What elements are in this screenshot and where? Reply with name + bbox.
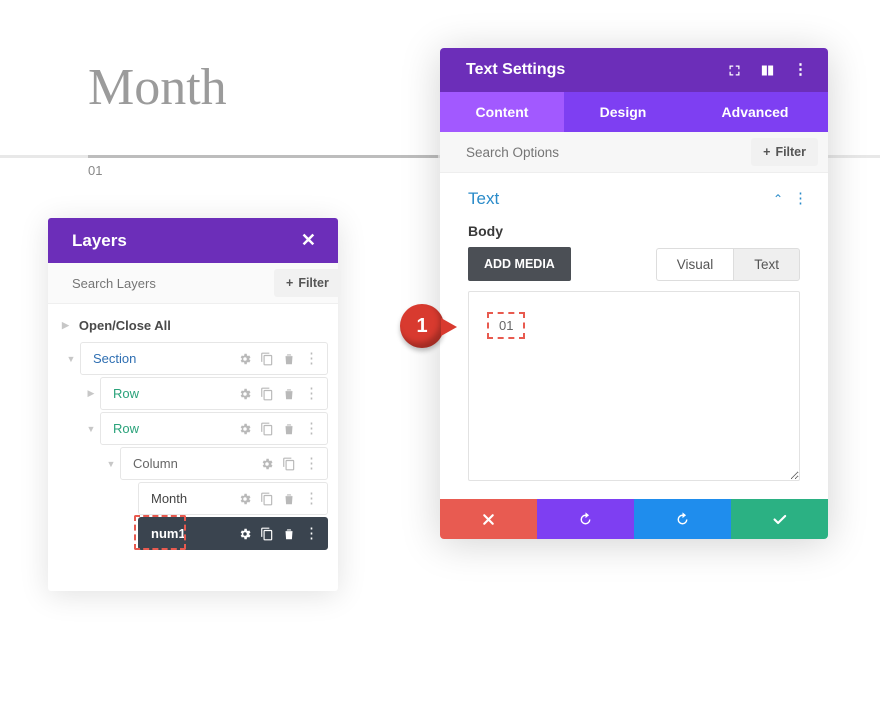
gear-icon[interactable] xyxy=(238,422,252,436)
layer-label: Month xyxy=(151,491,187,506)
layer-row-row2[interactable]: ▼ Row ⋮ xyxy=(48,411,338,446)
layers-search-input[interactable] xyxy=(48,264,264,303)
settings-header: Text Settings ⋮ xyxy=(440,48,828,92)
triangle-right-icon[interactable]: ▶ xyxy=(82,388,100,399)
layer-label: Row xyxy=(113,386,139,401)
layer-label: Column xyxy=(133,456,178,471)
columns-icon[interactable] xyxy=(760,63,775,78)
gear-icon[interactable] xyxy=(238,352,252,366)
text-tab[interactable]: Text xyxy=(733,248,800,281)
duplicate-icon[interactable] xyxy=(260,352,274,366)
layer-row-section[interactable]: ▼ Section ⋮ xyxy=(48,341,338,376)
editor-selected-text[interactable]: 01 xyxy=(487,312,525,339)
section-title: Text xyxy=(468,189,499,209)
duplicate-icon[interactable] xyxy=(260,527,274,541)
open-close-all[interactable]: ▶ Open/Close All xyxy=(48,310,338,341)
chevron-down-icon[interactable]: ▼ xyxy=(62,354,80,364)
settings-title: Text Settings xyxy=(466,61,565,79)
undo-icon xyxy=(577,511,594,528)
tab-content[interactable]: Content xyxy=(440,92,564,132)
layer-row-num1[interactable]: num1 ⋮ xyxy=(48,516,338,551)
gear-icon[interactable] xyxy=(238,492,252,506)
duplicate-icon[interactable] xyxy=(282,457,296,471)
expand-icon[interactable] xyxy=(727,63,742,78)
layer-label: Section xyxy=(93,351,136,366)
trash-icon[interactable] xyxy=(282,492,296,506)
editor-textarea[interactable]: 01 xyxy=(468,291,800,481)
layers-filter-button[interactable]: + Filter xyxy=(274,269,341,297)
close-icon xyxy=(480,511,497,528)
layer-chip-section[interactable]: Section ⋮ xyxy=(80,342,328,375)
redo-button[interactable] xyxy=(634,499,731,539)
tab-design[interactable]: Design xyxy=(564,92,682,132)
settings-filter-button[interactable]: + Filter xyxy=(751,138,818,166)
confirm-button[interactable] xyxy=(731,499,828,539)
callout-pointer-1: 1 xyxy=(400,304,452,348)
body-label: Body xyxy=(440,219,828,247)
layers-title: Layers xyxy=(72,231,127,251)
layers-search-row: + Filter xyxy=(48,263,338,304)
cancel-button[interactable] xyxy=(440,499,537,539)
selection-highlight xyxy=(134,515,186,550)
layer-chip-month[interactable]: Month ⋮ xyxy=(138,482,328,515)
layer-chip-row[interactable]: Row ⋮ xyxy=(100,377,328,410)
callout-number: 1 xyxy=(416,315,427,338)
layer-chip-row[interactable]: Row ⋮ xyxy=(100,412,328,445)
media-toolbar: ADD MEDIA Visual Text xyxy=(440,247,828,291)
filter-label: Filter xyxy=(775,145,806,159)
layers-header: Layers ✕ xyxy=(48,218,338,263)
check-icon xyxy=(771,511,788,528)
add-media-button[interactable]: ADD MEDIA xyxy=(468,247,571,281)
plus-icon: + xyxy=(286,276,293,290)
close-icon[interactable]: ✕ xyxy=(301,230,316,251)
visual-tab[interactable]: Visual xyxy=(656,248,734,281)
settings-search-row: + Filter xyxy=(440,132,828,173)
section-text-header[interactable]: Text ⌃ ⋮ xyxy=(440,173,828,219)
duplicate-icon[interactable] xyxy=(260,387,274,401)
gear-icon[interactable] xyxy=(260,457,274,471)
filter-label: Filter xyxy=(298,276,329,290)
settings-panel: Text Settings ⋮ Content Design Advanced … xyxy=(440,48,828,539)
tab-advanced[interactable]: Advanced xyxy=(682,92,828,132)
settings-action-bar xyxy=(440,499,828,539)
gear-icon[interactable] xyxy=(238,387,252,401)
layer-row-row1[interactable]: ▶ Row ⋮ xyxy=(48,376,338,411)
trash-icon[interactable] xyxy=(282,387,296,401)
page-number-label: 01 xyxy=(88,163,102,178)
chevron-down-icon[interactable]: ▼ xyxy=(82,424,100,434)
plus-icon: + xyxy=(763,145,770,159)
layers-panel: Layers ✕ + Filter ▶ Open/Close All ▼ Sec… xyxy=(48,218,338,591)
chevron-down-icon[interactable]: ▼ xyxy=(102,459,120,469)
layer-row-month[interactable]: Month ⋮ xyxy=(48,481,338,516)
duplicate-icon[interactable] xyxy=(260,422,274,436)
layers-body: ▶ Open/Close All ▼ Section ⋮ ▶ Row xyxy=(48,304,338,591)
trash-icon[interactable] xyxy=(282,422,296,436)
editor-mode-toggle: Visual Text xyxy=(656,248,800,281)
settings-search-input[interactable] xyxy=(440,133,741,172)
page-title: Month xyxy=(88,58,227,117)
chevron-up-icon[interactable]: ⌃ xyxy=(773,192,783,206)
duplicate-icon[interactable] xyxy=(260,492,274,506)
trash-icon[interactable] xyxy=(282,527,296,541)
redo-icon xyxy=(674,511,691,528)
settings-tabs: Content Design Advanced xyxy=(440,92,828,132)
layer-row-column[interactable]: ▼ Column ⋮ xyxy=(48,446,338,481)
layer-chip-column[interactable]: Column ⋮ xyxy=(120,447,328,480)
trash-icon[interactable] xyxy=(282,352,296,366)
triangle-right-icon: ▶ xyxy=(62,320,69,331)
gear-icon[interactable] xyxy=(238,527,252,541)
open-close-label: Open/Close All xyxy=(79,318,171,333)
undo-button[interactable] xyxy=(537,499,634,539)
layer-label: Row xyxy=(113,421,139,436)
pointer-tip-icon xyxy=(441,318,457,336)
